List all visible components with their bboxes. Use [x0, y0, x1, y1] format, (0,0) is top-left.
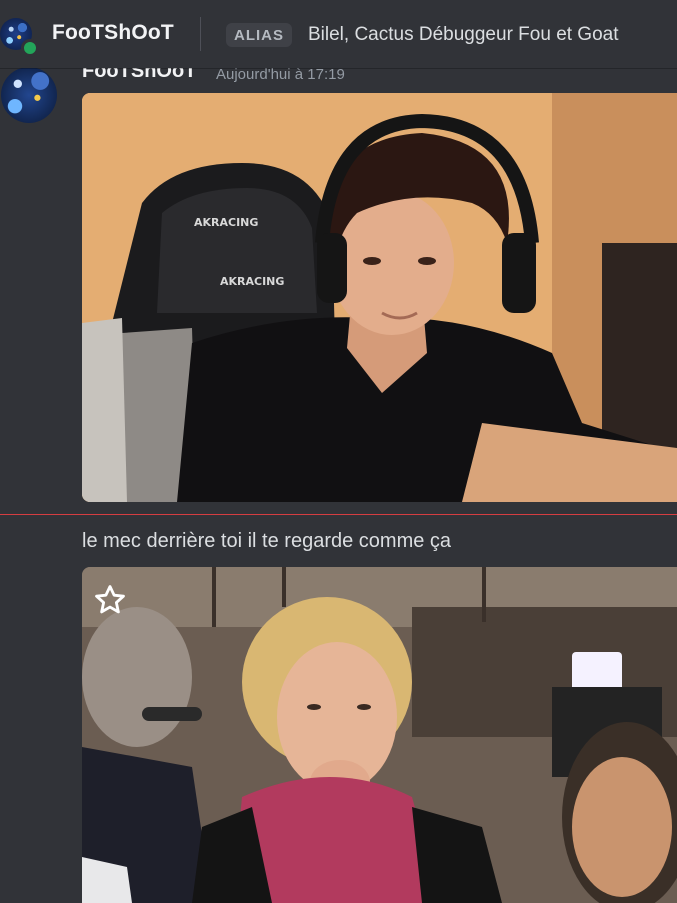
online-status-icon	[21, 39, 39, 57]
webcam-photo: AKRACING AKRACING	[82, 93, 677, 502]
svg-text:AKRACING: AKRACING	[220, 275, 284, 288]
header-avatar[interactable]	[0, 18, 39, 57]
header-divider	[200, 17, 201, 51]
alias-badge: ALIAS	[226, 23, 292, 47]
header-username[interactable]: FooTShOoT	[52, 21, 174, 45]
gif-frame	[82, 567, 677, 903]
dm-window: FooTShOoT ALIAS Bilel, Cactus Débuggeur …	[0, 0, 677, 903]
message-author-avatar[interactable]	[1, 67, 57, 123]
channel-header: FooTShOoT ALIAS Bilel, Cactus Débuggeur …	[0, 0, 677, 68]
favorite-gif-button[interactable]	[92, 582, 128, 618]
message-gif-attachment[interactable]	[82, 567, 677, 903]
new-messages-divider	[0, 514, 677, 515]
star-outline-icon	[95, 585, 125, 614]
message-image-attachment[interactable]: AKRACING AKRACING	[82, 93, 677, 502]
message-text: le mec derrière toi il te regarde comme …	[82, 530, 452, 552]
svg-text:AKRACING: AKRACING	[194, 216, 258, 229]
alias-text: Bilel, Cactus Débuggeur Fou et Goat	[308, 24, 619, 45]
message-timestamp: Aujourd'hui à 17:19	[216, 66, 345, 83]
